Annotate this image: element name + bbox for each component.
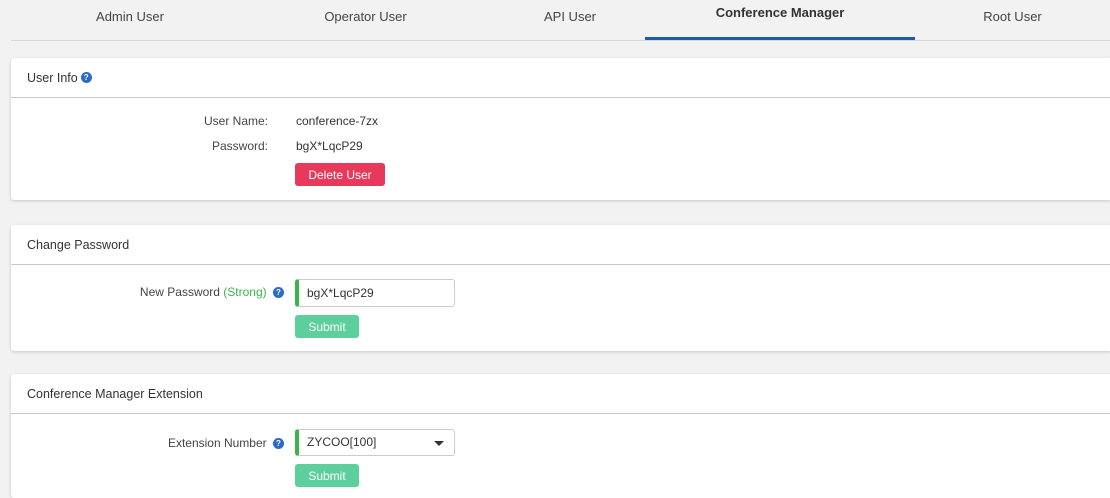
tab-label: Root User bbox=[983, 8, 1042, 24]
change-password-panel: Change Password New Password (Strong) ? … bbox=[11, 225, 1110, 351]
panel-heading: Change Password bbox=[11, 225, 1110, 265]
password-label: Password: bbox=[211, 139, 268, 153]
tab-divider bbox=[11, 40, 1110, 41]
change-password-submit-button[interactable]: Submit bbox=[295, 315, 359, 338]
tab-label: Operator User bbox=[324, 8, 407, 24]
panel-title: User Info bbox=[27, 70, 78, 85]
password-strength: (Strong) bbox=[223, 285, 267, 299]
tab-label: Admin User bbox=[96, 8, 164, 24]
tab-api-user[interactable]: API User bbox=[495, 0, 645, 40]
panel-heading: User Info ? bbox=[11, 58, 1110, 98]
username-label: User Name: bbox=[203, 114, 268, 128]
username-value: conference-7zx bbox=[296, 114, 379, 128]
question-circle-icon[interactable]: ? bbox=[273, 287, 284, 299]
extension-panel: Conference Manager Extension Extension N… bbox=[11, 374, 1110, 498]
extension-select[interactable]: ZYCOO[100] bbox=[295, 429, 455, 456]
tab-conference-manager[interactable]: Conference Manager bbox=[645, 0, 915, 40]
tab-bar: Admin User Operator User API User Confer… bbox=[0, 0, 1110, 42]
question-circle-icon[interactable]: ? bbox=[273, 438, 284, 450]
password-value: bgX*LqcP29 bbox=[296, 139, 363, 153]
new-password-label: New Password bbox=[139, 285, 220, 299]
panel-heading: Conference Manager Extension bbox=[11, 374, 1110, 414]
question-circle-icon[interactable]: ? bbox=[80, 72, 92, 83]
delete-user-button[interactable]: Delete User bbox=[295, 163, 385, 186]
panel-title: Conference Manager Extension bbox=[27, 386, 203, 401]
user-info-panel: User Info ? User Name: conference-7zx Pa… bbox=[11, 58, 1110, 200]
new-password-input[interactable] bbox=[295, 279, 455, 307]
extension-selected-value: ZYCOO[100] bbox=[307, 435, 377, 449]
tab-admin-user[interactable]: Admin User bbox=[0, 0, 260, 40]
page: Admin User Operator User API User Confer… bbox=[0, 0, 1110, 498]
extension-submit-button[interactable]: Submit bbox=[295, 464, 359, 487]
tab-label: API User bbox=[543, 8, 596, 24]
tab-operator-user[interactable]: Operator User bbox=[284, 0, 447, 40]
extension-label: Extension Number bbox=[167, 436, 267, 450]
caret-down-icon bbox=[434, 441, 444, 446]
new-password-label-group: New Password (Strong) ? bbox=[140, 285, 284, 299]
tab-root-user[interactable]: Root User bbox=[915, 0, 1110, 40]
extension-label-group: Extension Number ? bbox=[168, 436, 284, 450]
tab-label: Conference Manager bbox=[715, 4, 845, 20]
panel-title: Change Password bbox=[27, 237, 130, 252]
